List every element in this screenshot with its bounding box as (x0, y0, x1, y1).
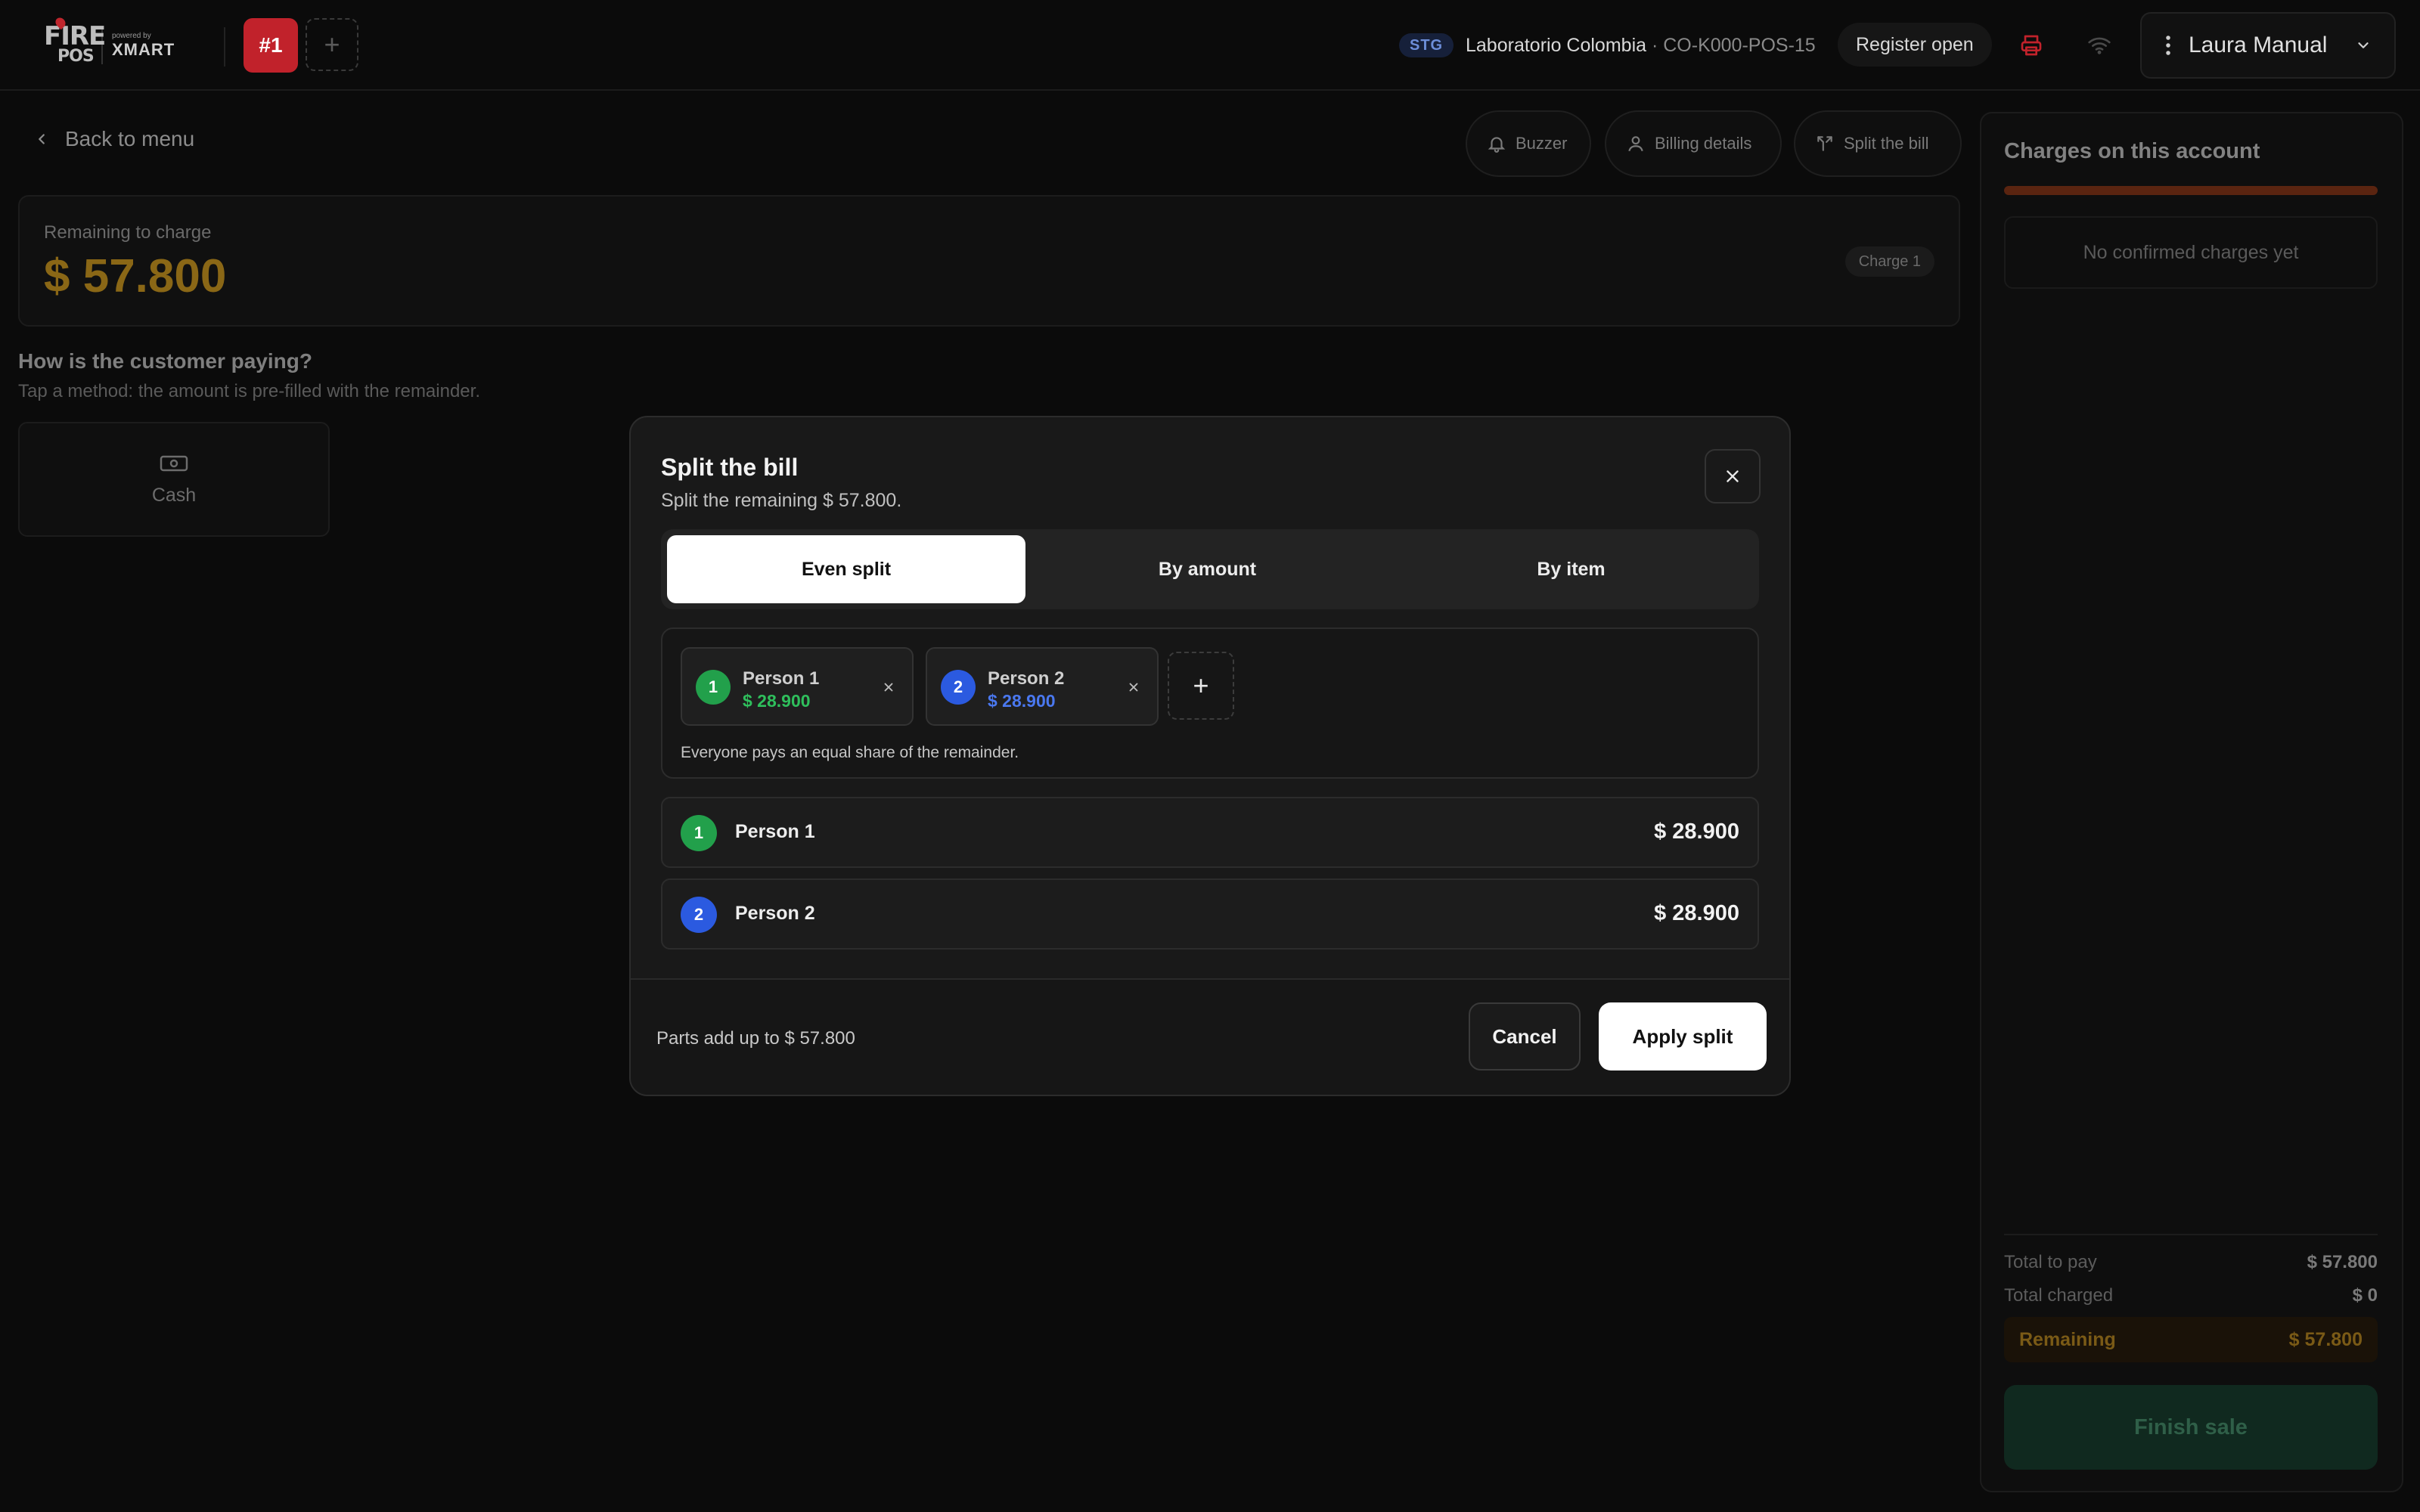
store-code: · CO-K000-POS-15 (1646, 35, 1816, 56)
charges-panel: Charges on this account No confirmed cha… (1980, 112, 2403, 1492)
person-name: Person 2 (735, 903, 815, 924)
tab-even-split[interactable]: Even split (667, 535, 1025, 603)
person-name: Person 2 (988, 668, 1065, 689)
person-share-amount: $ 28.900 (1654, 820, 1739, 844)
dialog-footer: Parts add up to $ 57.800 Cancel Apply sp… (631, 978, 1789, 1095)
chevron-left-icon (39, 134, 45, 144)
printer-button[interactable] (2009, 23, 2054, 68)
person-number-badge: 1 (681, 815, 717, 851)
register-status-button[interactable]: Register open (1838, 23, 1992, 67)
person-number-badge: 1 (696, 670, 731, 705)
user-menu-button[interactable]: Laura Manual (2140, 12, 2396, 79)
billing-details-button[interactable]: Billing details (1605, 110, 1782, 177)
charges-progress-bar (2004, 186, 2378, 195)
person-number-badge: 2 (941, 670, 976, 705)
close-icon (1727, 470, 1739, 482)
total-to-pay-row: Total to pay $ 57.800 (2004, 1252, 2378, 1272)
payment-method-subtitle: Tap a method: the amount is pre-filled w… (18, 381, 480, 401)
tab-by-amount[interactable]: By amount (1025, 535, 1389, 603)
person-chip[interactable]: 2 Person 2 $ 28.900 (926, 647, 1159, 726)
remove-person-button[interactable] (1124, 677, 1143, 697)
cash-payment-option[interactable]: Cash (18, 422, 330, 537)
dialog-subtitle: Split the remaining $ 57.800. (661, 490, 902, 511)
close-dialog-button[interactable] (1705, 449, 1761, 503)
environment-badge: STG (1399, 33, 1454, 57)
close-icon (884, 683, 893, 692)
split-bill-dialog: Split the bill Split the remaining $ 57.… (629, 416, 1791, 1096)
cash-icon (160, 455, 188, 471)
person-amount: $ 28.900 (988, 691, 1056, 711)
printer-icon (2021, 35, 2042, 56)
add-person-button[interactable]: + (1168, 652, 1234, 720)
remaining-label: Remaining to charge (44, 222, 212, 243)
user-icon (1628, 136, 1643, 152)
store-info: Laboratorio Colombia · CO-K000-POS-15 (1466, 33, 1816, 57)
more-vertical-icon (2166, 36, 2170, 55)
wifi-status (2077, 23, 2122, 68)
wifi-icon (2088, 37, 2111, 54)
bell-icon (1488, 137, 1506, 153)
split-bill-button[interactable]: Split the bill (1794, 110, 1962, 177)
charge-badge: Charge 1 (1844, 246, 1934, 277)
remaining-row: Remaining $ 57.800 (2004, 1317, 2378, 1362)
dialog-title: Split the bill (661, 454, 799, 481)
remaining-to-charge-card: Remaining to charge $ 57.800 Charge 1 (18, 195, 1960, 327)
back-to-menu-link[interactable]: Back to menu (33, 127, 194, 151)
no-charges-message: No confirmed charges yet (2004, 216, 2378, 289)
order-tab-1[interactable]: #1 (244, 18, 298, 73)
person-share-row: 1 Person 1 $ 28.900 (661, 797, 1759, 868)
person-number-badge: 2 (681, 897, 717, 933)
cancel-button[interactable]: Cancel (1469, 1002, 1581, 1070)
store-name: Laboratorio Colombia (1466, 35, 1647, 56)
person-name: Person 1 (735, 821, 815, 842)
split-icon (1817, 136, 1832, 151)
top-bar: FIRE POS powered by XMART #1 + STG Labor… (0, 0, 2420, 91)
charges-title: Charges on this account (2004, 139, 2260, 163)
remaining-value: $ 57.800 (44, 250, 227, 302)
remove-person-button[interactable] (879, 677, 898, 697)
person-amount: $ 28.900 (743, 691, 811, 711)
add-order-tab-button[interactable]: + (306, 18, 358, 71)
tab-by-item[interactable]: By item (1389, 535, 1753, 603)
finish-sale-button[interactable]: Finish sale (2004, 1385, 2378, 1470)
person-chip[interactable]: 1 Person 1 $ 28.900 (681, 647, 914, 726)
apply-split-button[interactable]: Apply split (1599, 1002, 1767, 1070)
fire-pos-logo: FIRE POS powered by XMART (44, 15, 188, 74)
split-mode-tabs: Even split By amount By item (661, 529, 1759, 609)
total-charged-row: Total charged $ 0 (2004, 1285, 2378, 1306)
payment-method-title: How is the customer paying? (18, 349, 312, 373)
person-share-amount: $ 28.900 (1654, 901, 1739, 925)
split-note: Everyone pays an equal share of the rema… (681, 744, 1019, 761)
parts-sum-text: Parts add up to $ 57.800 (656, 1028, 855, 1049)
person-share-row: 2 Person 2 $ 28.900 (661, 878, 1759, 950)
chevron-down-icon (2358, 42, 2369, 48)
person-name: Person 1 (743, 668, 820, 689)
buzzer-button[interactable]: Buzzer (1466, 110, 1591, 177)
people-chips-box: 1 Person 1 $ 28.900 2 Person 2 $ 28.900 … (661, 627, 1759, 779)
close-icon (1129, 683, 1138, 692)
user-name: Laura Manual (2189, 33, 2328, 57)
